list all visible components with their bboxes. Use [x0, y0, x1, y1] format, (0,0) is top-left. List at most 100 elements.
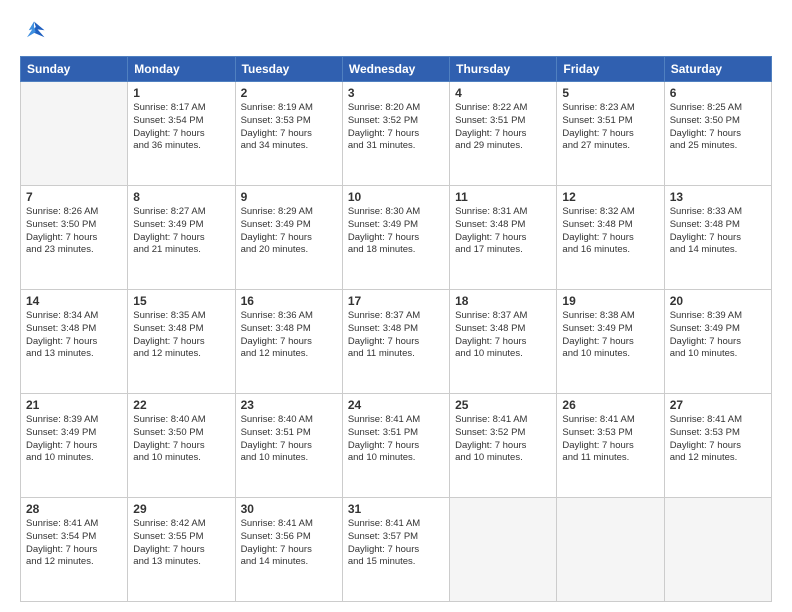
- calendar-cell: 13Sunrise: 8:33 AMSunset: 3:48 PMDayligh…: [664, 186, 771, 290]
- calendar-cell: 14 Sunrise: 8:34 AMSunset: 3:48 PMDayligh…: [21, 290, 128, 394]
- day-info: Sunrise: 8:23 AMSunset: 3:51 PMDaylight:…: [562, 102, 658, 153]
- day-number: 15: [133, 294, 229, 308]
- weekday-header-wednesday: Wednesday: [342, 57, 449, 82]
- day-number: 8: [133, 190, 229, 204]
- day-info: Sunrise: 8:20 AMSunset: 3:52 PMDaylight:…: [348, 102, 444, 153]
- day-number: 23: [241, 398, 337, 412]
- calendar-cell: 9 Sunrise: 8:29 AMSunset: 3:49 PMDaylight…: [235, 186, 342, 290]
- week-row-2: 14 Sunrise: 8:34 AMSunset: 3:48 PMDayligh…: [21, 290, 772, 394]
- day-number: 17: [348, 294, 444, 308]
- week-row-1: 7Sunrise: 8:26 AMSunset: 3:50 PMDaylight…: [21, 186, 772, 290]
- day-number: 25: [455, 398, 551, 412]
- weekday-header-saturday: Saturday: [664, 57, 771, 82]
- calendar-cell: 6 Sunrise: 8:25 AMSunset: 3:50 PMDaylight…: [664, 82, 771, 186]
- calendar-cell: 28 Sunrise: 8:41 AMSunset: 3:54 PMDayligh…: [21, 498, 128, 602]
- calendar-cell: 8 Sunrise: 8:27 AMSunset: 3:49 PMDaylight…: [128, 186, 235, 290]
- day-number: 12: [562, 190, 658, 204]
- day-info: Sunrise: 8:40 AMSunset: 3:50 PMDaylight:…: [133, 414, 229, 465]
- day-info: Sunrise: 8:41 AMSunset: 3:57 PMDaylight:…: [348, 518, 444, 569]
- header: [20, 18, 772, 46]
- calendar-cell: [450, 498, 557, 602]
- calendar-cell: 24 Sunrise: 8:41 AMSunset: 3:51 PMDayligh…: [342, 394, 449, 498]
- day-number: 30: [241, 502, 337, 516]
- calendar-cell: 23Sunrise: 8:40 AMSunset: 3:51 PMDayligh…: [235, 394, 342, 498]
- day-info: Sunrise: 8:41 AMSunset: 3:53 PMDaylight:…: [670, 414, 766, 465]
- day-info: Sunrise: 8:27 AMSunset: 3:49 PMDaylight:…: [133, 206, 229, 257]
- day-info: Sunrise: 8:32 AMSunset: 3:48 PMDaylight:…: [562, 206, 658, 257]
- day-number: 21: [26, 398, 122, 412]
- day-info: Sunrise: 8:37 AMSunset: 3:48 PMDaylight:…: [348, 310, 444, 361]
- weekday-header-thursday: Thursday: [450, 57, 557, 82]
- calendar-cell: 17 Sunrise: 8:37 AMSunset: 3:48 PMDayligh…: [342, 290, 449, 394]
- weekday-header-sunday: Sunday: [21, 57, 128, 82]
- day-info: Sunrise: 8:25 AMSunset: 3:50 PMDaylight:…: [670, 102, 766, 153]
- calendar-cell: 21Sunrise: 8:39 AMSunset: 3:49 PMDayligh…: [21, 394, 128, 498]
- day-number: 7: [26, 190, 122, 204]
- week-row-3: 21Sunrise: 8:39 AMSunset: 3:49 PMDayligh…: [21, 394, 772, 498]
- day-number: 1: [133, 86, 229, 100]
- day-info: Sunrise: 8:39 AMSunset: 3:49 PMDaylight:…: [670, 310, 766, 361]
- day-info: Sunrise: 8:31 AMSunset: 3:48 PMDaylight:…: [455, 206, 551, 257]
- weekday-header-tuesday: Tuesday: [235, 57, 342, 82]
- day-info: Sunrise: 8:36 AMSunset: 3:48 PMDaylight:…: [241, 310, 337, 361]
- calendar-cell: 12 Sunrise: 8:32 AMSunset: 3:48 PMDayligh…: [557, 186, 664, 290]
- weekday-header-monday: Monday: [128, 57, 235, 82]
- day-info: Sunrise: 8:38 AMSunset: 3:49 PMDaylight:…: [562, 310, 658, 361]
- calendar-cell: 27 Sunrise: 8:41 AMSunset: 3:53 PMDayligh…: [664, 394, 771, 498]
- day-number: 24: [348, 398, 444, 412]
- calendar-cell: 29 Sunrise: 8:42 AMSunset: 3:55 PMDayligh…: [128, 498, 235, 602]
- day-number: 31: [348, 502, 444, 516]
- day-info: Sunrise: 8:34 AMSunset: 3:48 PMDaylight:…: [26, 310, 122, 361]
- day-number: 27: [670, 398, 766, 412]
- calendar-cell: 16Sunrise: 8:36 AMSunset: 3:48 PMDayligh…: [235, 290, 342, 394]
- day-number: 6: [670, 86, 766, 100]
- day-number: 26: [562, 398, 658, 412]
- calendar-cell: 26 Sunrise: 8:41 AMSunset: 3:53 PMDayligh…: [557, 394, 664, 498]
- day-info: Sunrise: 8:41 AMSunset: 3:54 PMDaylight:…: [26, 518, 122, 569]
- day-number: 18: [455, 294, 551, 308]
- week-row-4: 28 Sunrise: 8:41 AMSunset: 3:54 PMDayligh…: [21, 498, 772, 602]
- calendar-cell: 11 Sunrise: 8:31 AMSunset: 3:48 PMDayligh…: [450, 186, 557, 290]
- calendar-cell: [557, 498, 664, 602]
- calendar-cell: [21, 82, 128, 186]
- day-info: Sunrise: 8:30 AMSunset: 3:49 PMDaylight:…: [348, 206, 444, 257]
- calendar-cell: 22 Sunrise: 8:40 AMSunset: 3:50 PMDayligh…: [128, 394, 235, 498]
- weekday-header-friday: Friday: [557, 57, 664, 82]
- weekday-header-row: SundayMondayTuesdayWednesdayThursdayFrid…: [21, 57, 772, 82]
- day-info: Sunrise: 8:17 AMSunset: 3:54 PMDaylight:…: [133, 102, 229, 153]
- logo-icon: [20, 18, 48, 46]
- day-info: Sunrise: 8:37 AMSunset: 3:48 PMDaylight:…: [455, 310, 551, 361]
- calendar-cell: 30Sunrise: 8:41 AMSunset: 3:56 PMDayligh…: [235, 498, 342, 602]
- day-number: 20: [670, 294, 766, 308]
- day-number: 11: [455, 190, 551, 204]
- calendar-cell: 4Sunrise: 8:22 AMSunset: 3:51 PMDaylight…: [450, 82, 557, 186]
- day-number: 2: [241, 86, 337, 100]
- calendar-cell: 3Sunrise: 8:20 AMSunset: 3:52 PMDaylight…: [342, 82, 449, 186]
- calendar-cell: 31 Sunrise: 8:41 AMSunset: 3:57 PMDayligh…: [342, 498, 449, 602]
- calendar-cell: 10Sunrise: 8:30 AMSunset: 3:49 PMDayligh…: [342, 186, 449, 290]
- day-number: 22: [133, 398, 229, 412]
- calendar-cell: 19 Sunrise: 8:38 AMSunset: 3:49 PMDayligh…: [557, 290, 664, 394]
- week-row-0: 1 Sunrise: 8:17 AMSunset: 3:54 PMDaylight…: [21, 82, 772, 186]
- calendar-cell: 1 Sunrise: 8:17 AMSunset: 3:54 PMDaylight…: [128, 82, 235, 186]
- day-info: Sunrise: 8:41 AMSunset: 3:51 PMDaylight:…: [348, 414, 444, 465]
- calendar-cell: 25 Sunrise: 8:41 AMSunset: 3:52 PMDayligh…: [450, 394, 557, 498]
- day-info: Sunrise: 8:42 AMSunset: 3:55 PMDaylight:…: [133, 518, 229, 569]
- day-number: 13: [670, 190, 766, 204]
- day-number: 19: [562, 294, 658, 308]
- page: SundayMondayTuesdayWednesdayThursdayFrid…: [0, 0, 792, 612]
- logo: [20, 18, 52, 46]
- calendar-table: SundayMondayTuesdayWednesdayThursdayFrid…: [20, 56, 772, 602]
- calendar-cell: [664, 498, 771, 602]
- day-number: 5: [562, 86, 658, 100]
- calendar-cell: 5 Sunrise: 8:23 AMSunset: 3:51 PMDaylight…: [557, 82, 664, 186]
- calendar-cell: 18 Sunrise: 8:37 AMSunset: 3:48 PMDayligh…: [450, 290, 557, 394]
- day-info: Sunrise: 8:41 AMSunset: 3:53 PMDaylight:…: [562, 414, 658, 465]
- day-info: Sunrise: 8:41 AMSunset: 3:52 PMDaylight:…: [455, 414, 551, 465]
- day-info: Sunrise: 8:22 AMSunset: 3:51 PMDaylight:…: [455, 102, 551, 153]
- day-number: 29: [133, 502, 229, 516]
- day-number: 14: [26, 294, 122, 308]
- day-info: Sunrise: 8:29 AMSunset: 3:49 PMDaylight:…: [241, 206, 337, 257]
- day-number: 28: [26, 502, 122, 516]
- day-number: 9: [241, 190, 337, 204]
